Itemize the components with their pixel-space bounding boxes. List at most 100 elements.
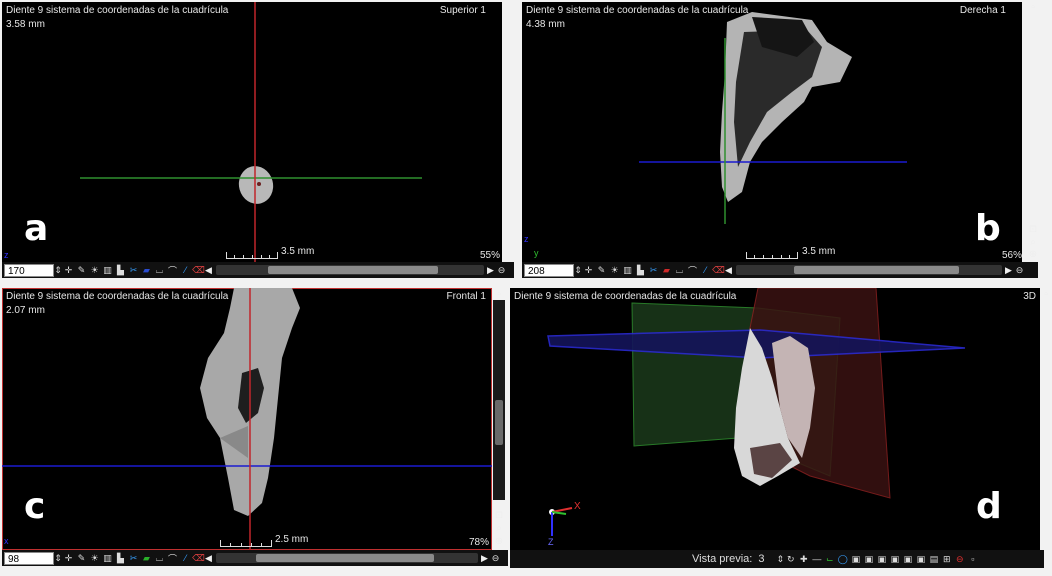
chart-icon[interactable]: ▙ xyxy=(115,265,126,276)
panel-title: Diente 9 sistema de coordenadas de la cu… xyxy=(6,5,229,16)
view-name: Derecha 1 xyxy=(959,5,1006,16)
columns-icon[interactable]: ▥ xyxy=(102,553,113,564)
toolbar-superior: 170 ⇕ ✛ ✎ ☀ ▥ ▙ ✂ ▰ ⌴ ⌒ ⁄ ⌫ ◀ ▶ ⊖ xyxy=(2,262,514,278)
slice-input[interactable]: 208 xyxy=(524,263,574,277)
curve-icon[interactable]: ⌒ xyxy=(167,553,178,564)
derecha-slice-image xyxy=(639,12,907,224)
rotate-icon[interactable]: ↻ xyxy=(785,554,796,565)
crosshair-icon[interactable]: ✛ xyxy=(63,265,74,276)
cube-front-icon[interactable]: ▣ xyxy=(850,554,861,565)
viewport-superior[interactable]: Diente 9 sistema de coordenadas de la cu… xyxy=(2,2,502,262)
brightness-icon[interactable]: ☀ xyxy=(89,553,100,564)
zoom-in-icon[interactable]: ⊕ xyxy=(493,536,505,547)
plane-icon[interactable]: ▰ xyxy=(661,265,672,276)
scale-bar xyxy=(220,538,272,547)
search-icon[interactable]: ⌕ xyxy=(1027,237,1039,248)
chart-icon[interactable]: ▙ xyxy=(635,265,646,276)
scale-bar xyxy=(226,250,278,259)
cube-bottom-icon[interactable]: ▣ xyxy=(915,554,926,565)
window-icon[interactable]: ▫ xyxy=(967,554,978,565)
move-icon[interactable]: ✚ xyxy=(798,554,809,565)
chart-icon[interactable]: ▙ xyxy=(115,553,126,564)
horizontal-scrollbar[interactable] xyxy=(216,553,478,563)
zoom-in-icon[interactable]: ⊕ xyxy=(1027,249,1039,260)
scroll-left-icon[interactable]: ◀ xyxy=(725,265,733,276)
ruler-icon[interactable]: ⌴ xyxy=(154,553,165,564)
zoom-out-icon[interactable]: ⊖ xyxy=(496,265,507,276)
curve-icon[interactable]: ⌒ xyxy=(167,265,178,276)
pin-icon[interactable]: ✎ xyxy=(76,553,87,564)
zoom-level: 55% xyxy=(480,250,501,261)
toolbar-frontal: 98 ⇕ ✛ ✎ ☀ ▥ ▙ ✂ ▰ ⌴ ⌒ ⁄ ⌫ ◀ ▶ ⊖ xyxy=(2,550,508,566)
columns-icon[interactable]: ▥ xyxy=(102,265,113,276)
viewport-3d[interactable]: Diente 9 sistema de coordenadas de la cu… xyxy=(510,288,1040,550)
curve-icon[interactable]: ⌒ xyxy=(687,265,698,276)
line-icon[interactable]: ⁄ xyxy=(180,553,191,564)
cube-right-icon[interactable]: ▣ xyxy=(889,554,900,565)
pin-icon[interactable]: ✎ xyxy=(76,265,87,276)
zoom-out-icon[interactable]: ⊖ xyxy=(1014,265,1025,276)
scale-label: 2.5 mm xyxy=(275,534,309,545)
view-name: Superior 1 xyxy=(439,5,486,16)
slice-stepper-icon[interactable]: ⇕ xyxy=(54,553,62,564)
pin-icon[interactable]: ✎ xyxy=(596,265,607,276)
preview-stepper-icon[interactable]: ⇕ xyxy=(776,554,785,565)
axis-icon[interactable]: ⌙ xyxy=(824,554,835,565)
cut-icon[interactable]: ✂ xyxy=(128,553,139,564)
stop-icon[interactable]: ⊖ xyxy=(954,554,965,565)
crosshair-icon[interactable]: ✛ xyxy=(583,265,594,276)
brightness-icon[interactable]: ☀ xyxy=(89,265,100,276)
preview-toolbar: Vista previa: 3 ⇕ ↻ ✚ — ⌙ ◯ ▣ ▣ ▣ ▣ ▣ ▣ … xyxy=(510,550,1044,568)
line-icon[interactable]: ⁄ xyxy=(700,265,711,276)
viewport-derecha[interactable]: Diente 9 sistema de coordenadas de la cu… xyxy=(522,2,1022,262)
cut-icon[interactable]: ✂ xyxy=(128,265,139,276)
slice-stepper-icon[interactable]: ⇕ xyxy=(54,265,62,276)
maximize-icon[interactable]: ▫ xyxy=(1040,289,1052,300)
axis-indicator: z xyxy=(4,250,9,260)
cube-left-icon[interactable]: ▣ xyxy=(876,554,887,565)
crosshair-icon[interactable]: ✛ xyxy=(63,553,74,564)
maximize-icon[interactable]: ▫ xyxy=(493,289,505,300)
fit-icon[interactable]: ⊡ xyxy=(493,510,505,521)
fit-icon[interactable]: ⊡ xyxy=(1027,224,1039,235)
ruler-icon[interactable]: ⌴ xyxy=(154,265,165,276)
line-icon[interactable]: ⁄ xyxy=(180,265,191,276)
horizontal-scrollbar[interactable] xyxy=(736,265,1002,275)
plane-icon[interactable]: ▰ xyxy=(141,265,152,276)
panel-title: Diente 9 sistema de coordenadas de la cu… xyxy=(6,291,229,302)
maximize-icon[interactable]: ▫ xyxy=(1027,2,1039,13)
eraser-icon[interactable]: ⌫ xyxy=(192,553,205,564)
slice-stepper-icon[interactable]: ⇕ xyxy=(574,265,582,276)
scroll-right-icon[interactable]: ▶ xyxy=(487,265,495,276)
grid-icon[interactable]: ⊞ xyxy=(941,554,952,565)
preview-value[interactable]: 3 xyxy=(758,553,776,565)
orbit-icon[interactable]: ◯ xyxy=(837,554,848,565)
cube-back-icon[interactable]: ▣ xyxy=(863,554,874,565)
brightness-icon[interactable]: ☀ xyxy=(609,265,620,276)
scroll-right-icon[interactable]: ▶ xyxy=(1005,265,1013,276)
panel-letter: b xyxy=(975,208,1001,249)
zoom-out-icon[interactable]: ⊖ xyxy=(490,553,501,564)
cut-icon[interactable]: ✂ xyxy=(648,265,659,276)
columns-icon[interactable]: ▥ xyxy=(622,265,633,276)
scroll-right-icon[interactable]: ▶ xyxy=(481,553,489,564)
display-menu-icon[interactable]: ▤ xyxy=(928,554,939,565)
plane-icon[interactable]: ▰ xyxy=(141,553,152,564)
cube-top-icon[interactable]: ▣ xyxy=(902,554,913,565)
horizontal-scrollbar[interactable] xyxy=(216,265,484,275)
scroll-left-icon[interactable]: ◀ xyxy=(205,553,213,564)
eraser-icon[interactable]: ⌫ xyxy=(192,265,205,276)
depth-value: 4.38 mm xyxy=(526,19,565,30)
slice-input[interactable]: 170 xyxy=(4,263,54,277)
slice-input[interactable]: 98 xyxy=(4,551,54,565)
search-icon[interactable]: ⌕ xyxy=(493,523,505,534)
vertical-scrollbar[interactable] xyxy=(493,300,505,500)
viewport-frontal[interactable]: Diente 9 sistema de coordenadas de la cu… xyxy=(2,288,492,550)
superior-slice-image xyxy=(80,2,422,262)
preview-label: Vista previa: xyxy=(692,553,753,565)
minus-icon[interactable]: — xyxy=(811,554,822,565)
panel-letter: c xyxy=(24,486,46,527)
scroll-left-icon[interactable]: ◀ xyxy=(205,265,213,276)
eraser-icon[interactable]: ⌫ xyxy=(712,265,725,276)
ruler-icon[interactable]: ⌴ xyxy=(674,265,685,276)
